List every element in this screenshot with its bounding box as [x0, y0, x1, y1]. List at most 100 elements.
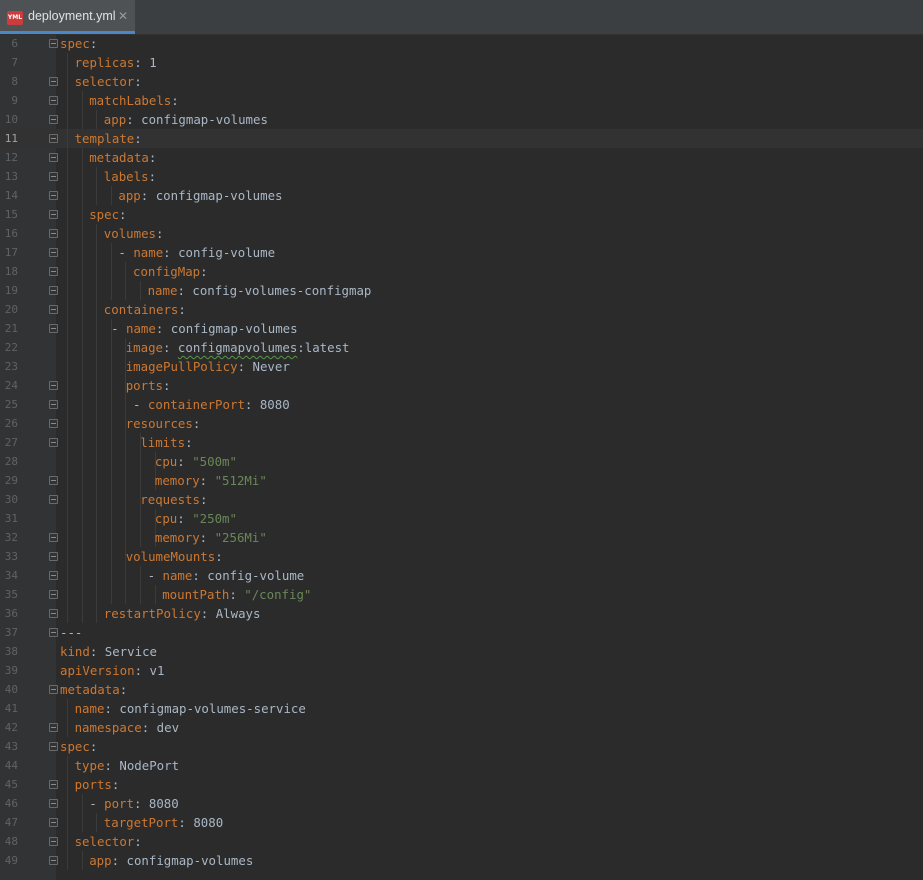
- code-line[interactable]: 42 namespace: dev: [0, 718, 923, 737]
- code-text: spec:: [60, 36, 98, 51]
- code-line[interactable]: 18 configMap:: [0, 262, 923, 281]
- fold-marker-icon[interactable]: [49, 742, 58, 751]
- code-line[interactable]: 11 template:: [0, 129, 923, 148]
- fold-marker-icon[interactable]: [49, 172, 58, 181]
- yaml-value: configmap-volumes: [126, 853, 254, 868]
- fold-marker-icon[interactable]: [49, 191, 58, 200]
- fold-marker-icon[interactable]: [49, 419, 58, 428]
- code-line[interactable]: 15 spec:: [0, 205, 923, 224]
- line-number: 24: [4, 379, 18, 392]
- code-line[interactable]: 43 spec:: [0, 737, 923, 756]
- fold-marker-icon[interactable]: [49, 552, 58, 561]
- code-line[interactable]: 26 resources:: [0, 414, 923, 433]
- yaml-value: config-volumes-configmap: [192, 283, 372, 298]
- code-line[interactable]: 12 metadata:: [0, 148, 923, 167]
- fold-marker-icon[interactable]: [49, 134, 58, 143]
- yaml-value: 8080: [193, 815, 224, 830]
- code-line[interactable]: 16 volumes:: [0, 224, 923, 243]
- code-line[interactable]: 46 - port: 8080: [0, 794, 923, 813]
- fold-marker-icon[interactable]: [49, 267, 58, 276]
- code-line[interactable]: 38 kind: Service: [0, 642, 923, 661]
- fold-marker-icon[interactable]: [49, 685, 58, 694]
- fold-marker-icon[interactable]: [49, 153, 58, 162]
- code-line[interactable]: 32 memory: "256Mi": [0, 528, 923, 547]
- code-line[interactable]: 48 selector:: [0, 832, 923, 851]
- fold-marker-icon[interactable]: [49, 324, 58, 333]
- indent-guide: [81, 585, 83, 604]
- fold-marker-icon[interactable]: [49, 438, 58, 447]
- code-line[interactable]: 10 app: configmap-volumes: [0, 110, 923, 129]
- tab-deployment-yml[interactable]: YML deployment.yml ✕: [0, 0, 135, 34]
- code-line[interactable]: 30 requests:: [0, 490, 923, 509]
- fold-marker-icon[interactable]: [49, 818, 58, 827]
- indent-guide: [96, 490, 98, 509]
- fold-marker-icon[interactable]: [49, 780, 58, 789]
- code-line[interactable]: 25 - containerPort: 8080: [0, 395, 923, 414]
- code-line[interactable]: 27 limits:: [0, 433, 923, 452]
- code-line[interactable]: 23 imagePullPolicy: Never: [0, 357, 923, 376]
- indent-guide: [125, 433, 127, 452]
- fold-marker-icon[interactable]: [49, 39, 58, 48]
- fold-marker-icon[interactable]: [49, 571, 58, 580]
- code-line[interactable]: 31 cpu: "250m": [0, 509, 923, 528]
- fold-marker-icon[interactable]: [49, 400, 58, 409]
- fold-marker-icon[interactable]: [49, 533, 58, 542]
- fold-marker-icon[interactable]: [49, 115, 58, 124]
- code-line[interactable]: 9 matchLabels:: [0, 91, 923, 110]
- fold-marker-icon[interactable]: [49, 248, 58, 257]
- code-line[interactable]: 19 name: config-volumes-configmap: [0, 281, 923, 300]
- line-number: 44: [4, 759, 18, 772]
- fold-marker-icon[interactable]: [49, 609, 58, 618]
- fold-marker-icon[interactable]: [49, 286, 58, 295]
- code-line[interactable]: 44 type: NodePort: [0, 756, 923, 775]
- fold-marker-icon[interactable]: [49, 837, 58, 846]
- code-line[interactable]: 35 mountPath: "/config": [0, 585, 923, 604]
- code-line[interactable]: 34 - name: config-volume: [0, 566, 923, 585]
- code-line[interactable]: 20 containers:: [0, 300, 923, 319]
- fold-marker-icon[interactable]: [49, 305, 58, 314]
- code-line[interactable]: 7 replicas: 1: [0, 53, 923, 72]
- indent-guide: [67, 72, 68, 91]
- code-line[interactable]: 33 volumeMounts:: [0, 547, 923, 566]
- code-line[interactable]: 14 app: configmap-volumes: [0, 186, 923, 205]
- code-editor[interactable]: 6 spec: 7 replicas: 1 8 selector: 9 matchLabels…: [0, 34, 923, 880]
- code-line[interactable]: 29 memory: "512Mi": [0, 471, 923, 490]
- close-icon[interactable]: ✕: [118, 9, 128, 23]
- code-line[interactable]: 22 image: configmapvolumes:latest: [0, 338, 923, 357]
- line-number: 27: [4, 436, 18, 449]
- code-line[interactable]: 17 - name: config-volume: [0, 243, 923, 262]
- fold-marker-icon[interactable]: [49, 856, 58, 865]
- fold-marker-icon[interactable]: [49, 210, 58, 219]
- indent-guide: [125, 471, 127, 490]
- code-line[interactable]: 45 ports:: [0, 775, 923, 794]
- fold-marker-icon[interactable]: [49, 799, 58, 808]
- code-line[interactable]: 28 cpu: "500m": [0, 452, 923, 471]
- code-line[interactable]: 8 selector:: [0, 72, 923, 91]
- code-line[interactable]: 47 targetPort: 8080: [0, 813, 923, 832]
- code-line[interactable]: 39 apiVersion: v1: [0, 661, 923, 680]
- code-line[interactable]: 6 spec:: [0, 34, 923, 53]
- code-line[interactable]: 40 metadata:: [0, 680, 923, 699]
- yaml-key: containerPort: [147, 397, 245, 412]
- code-line[interactable]: 49 app: configmap-volumes: [0, 851, 923, 870]
- fold-marker-icon[interactable]: [49, 495, 58, 504]
- indent-guide: [125, 262, 127, 281]
- code-line[interactable]: 21 - name: configmap-volumes: [0, 319, 923, 338]
- code-line[interactable]: 24 ports:: [0, 376, 923, 395]
- fold-marker-icon[interactable]: [49, 723, 58, 732]
- fold-marker-icon[interactable]: [49, 229, 58, 238]
- fold-marker-icon[interactable]: [49, 476, 58, 485]
- code-line[interactable]: 13 labels:: [0, 167, 923, 186]
- code-line[interactable]: 41 name: configmap-volumes-service: [0, 699, 923, 718]
- indent-guide: [67, 832, 68, 851]
- code-line[interactable]: 36 restartPolicy: Always: [0, 604, 923, 623]
- fold-marker-icon[interactable]: [49, 96, 58, 105]
- fold-marker-icon[interactable]: [49, 590, 58, 599]
- code-line[interactable]: 37 ---: [0, 623, 923, 642]
- fold-marker-icon[interactable]: [49, 628, 58, 637]
- yaml-key: matchLabels: [89, 93, 172, 108]
- line-number: 19: [4, 284, 18, 297]
- fold-marker-icon[interactable]: [49, 381, 58, 390]
- indent-guide: [67, 585, 68, 604]
- fold-marker-icon[interactable]: [49, 77, 58, 86]
